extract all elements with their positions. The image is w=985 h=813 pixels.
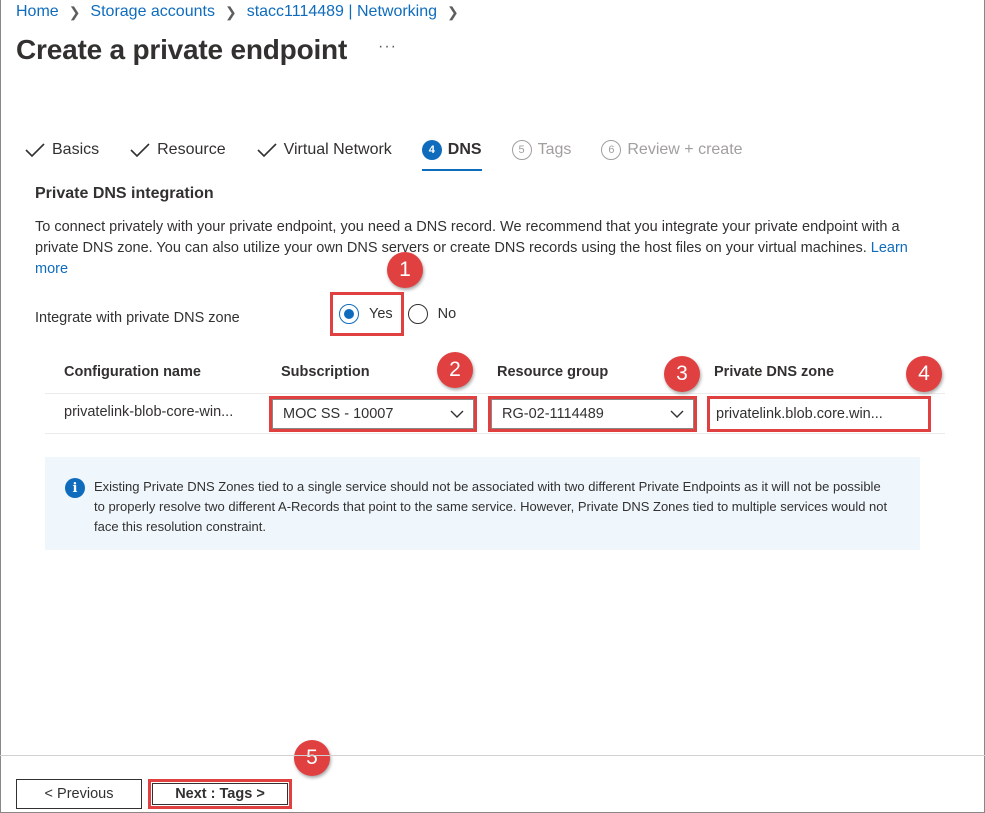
resource-group-dropdown[interactable]: RG-02-1114489 (488, 396, 697, 432)
chevron-down-icon (450, 410, 464, 418)
tab-basics[interactable]: Basics (24, 132, 99, 168)
checkmark-icon (257, 143, 277, 158)
chevron-right-icon: ❯ (447, 3, 459, 20)
next-tags-button[interactable]: Next : Tags > (148, 779, 292, 809)
checkmark-icon (25, 143, 45, 158)
more-options-icon[interactable]: ··· (378, 38, 397, 56)
column-header-subscription: Subscription (281, 364, 370, 380)
radio-checked-icon (339, 304, 359, 324)
callout-badge: 5 (294, 740, 330, 776)
callout-badge: 1 (387, 252, 423, 288)
chevron-right-icon: ❯ (68, 3, 81, 20)
tab-label: Tags (537, 141, 572, 158)
tab-review-create[interactable]: 6 Review + create (601, 132, 743, 168)
description-text: To connect privately with your private e… (35, 219, 900, 256)
subscription-dropdown[interactable]: MOC SS - 10007 (269, 396, 477, 432)
tab-virtual-network[interactable]: Virtual Network (256, 132, 392, 168)
step-number-badge: 5 (511, 140, 532, 160)
column-header-resource-group: Resource group (497, 364, 609, 380)
tab-label: Virtual Network (283, 141, 392, 158)
tab-label: Review + create (627, 141, 743, 158)
column-header-configuration-name: Configuration name (64, 364, 201, 380)
chevron-right-icon: ❯ (224, 3, 237, 20)
callout-badge: 3 (664, 356, 700, 392)
tab-label: Basics (52, 141, 100, 158)
info-banner: i Existing Private DNS Zones tied to a s… (45, 457, 920, 550)
callout-badge: 2 (437, 352, 473, 388)
tab-label: DNS (447, 141, 482, 158)
breadcrumb-storage-accounts[interactable]: Storage accounts (90, 3, 215, 21)
breadcrumb-networking[interactable]: stacc1114489 | Networking (247, 3, 437, 21)
breadcrumb-home[interactable]: Home (16, 3, 59, 21)
section-description: To connect privately with your private e… (35, 217, 915, 280)
callout-badge: 4 (906, 356, 942, 392)
private-dns-zone-field[interactable]: privatelink.blob.core.win... (707, 396, 931, 432)
integrate-dns-radio-group: Yes No (330, 292, 456, 336)
page-title: Create a private endpoint (16, 34, 348, 65)
checkmark-icon (130, 143, 150, 158)
radio-yes-label: Yes (369, 306, 393, 322)
radio-no[interactable]: No (407, 304, 457, 324)
previous-button[interactable]: < Previous (16, 779, 142, 809)
tab-resource[interactable]: Resource (129, 132, 226, 168)
table-header: Configuration name Subscription Resource… (45, 354, 945, 394)
integrate-dns-label: Integrate with private DNS zone (35, 310, 240, 326)
breadcrumb: Home ❯ Storage accounts ❯ stacc1114489 |… (16, 3, 469, 21)
radio-no-label: No (437, 306, 457, 322)
tab-tags[interactable]: 5 Tags (511, 132, 572, 168)
radio-yes[interactable]: Yes (330, 292, 404, 336)
tab-label: Resource (157, 141, 226, 158)
next-button-label: Next : Tags > (152, 783, 288, 805)
resource-group-value: RG-02-1114489 (502, 406, 604, 422)
footer-divider (0, 755, 985, 756)
section-title: Private DNS integration (35, 185, 214, 202)
step-number-badge: 4 (421, 140, 442, 160)
info-banner-text: Existing Private DNS Zones tied to a sin… (94, 479, 888, 534)
tab-dns[interactable]: 4 DNS (421, 132, 482, 171)
private-dns-zone-value: privatelink.blob.core.win... (716, 406, 883, 422)
wizard-tabs: Basics Resource Virtual Network 4 DNS 5 … (24, 132, 773, 171)
step-number-badge: 6 (601, 140, 622, 160)
subscription-value: MOC SS - 10007 (283, 406, 394, 422)
info-icon: i (65, 478, 85, 498)
configuration-name-value: privatelink-blob-core-win... (64, 404, 234, 420)
column-header-private-dns-zone: Private DNS zone (714, 364, 835, 380)
radio-unchecked-icon (407, 304, 428, 324)
table-row: privatelink-blob-core-win... MOC SS - 10… (45, 394, 945, 434)
chevron-down-icon (670, 410, 684, 418)
